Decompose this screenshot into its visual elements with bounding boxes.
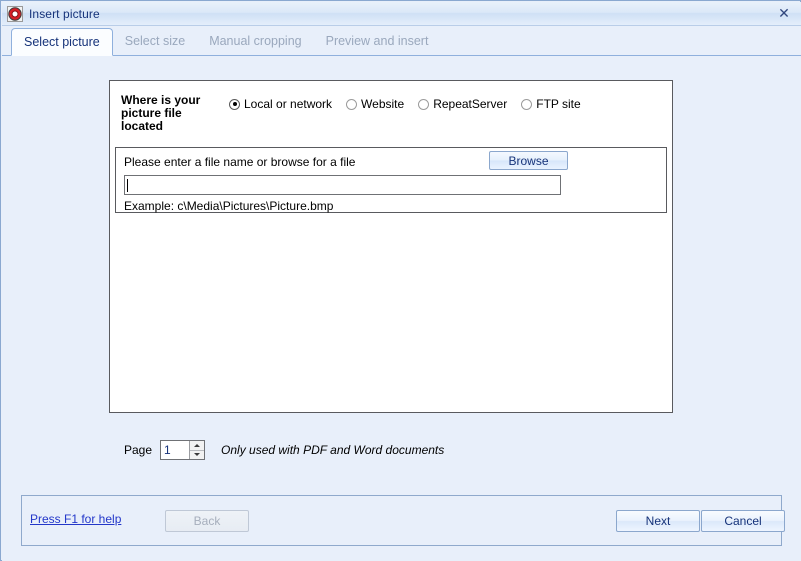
tab-select-size[interactable]: Select size: [113, 28, 197, 55]
back-button[interactable]: Back: [165, 510, 249, 532]
page-usage-note: Only used with PDF and Word documents: [221, 443, 444, 457]
page-number-stepper[interactable]: 1: [160, 440, 205, 460]
picture-location-question-line2: picture file located: [121, 106, 182, 133]
radio-ftp-site-label: FTP site: [536, 97, 580, 111]
help-link[interactable]: Press F1 for help: [30, 512, 121, 526]
page-selection-row: Page 1 Only used with PDF and Word docum…: [109, 437, 673, 463]
select-picture-panel: Where is your picture file located Local…: [109, 80, 673, 413]
picture-location-question-line1: Where is your: [121, 93, 200, 107]
tab-preview-and-insert[interactable]: Preview and insert: [314, 28, 441, 55]
target-icon: [7, 6, 23, 22]
radio-ftp-site[interactable]: FTP site: [521, 97, 580, 111]
chevron-up-icon: [194, 444, 200, 447]
dialog-button-bar: Press F1 for help Back Next Cancel: [21, 495, 782, 546]
browse-button[interactable]: Browse: [489, 151, 568, 170]
picture-location-question: Where is your picture file located: [121, 94, 225, 133]
cancel-button[interactable]: Cancel: [701, 510, 785, 532]
picture-preview-blank-area: [110, 213, 672, 412]
tab-manual-cropping[interactable]: Manual cropping: [197, 28, 313, 55]
file-name-example: Example: c\Media\Pictures\Picture.bmp: [124, 199, 333, 213]
picture-location-radio-group: Local or network Website RepeatServer FT…: [229, 97, 595, 111]
close-icon[interactable]: ✕: [771, 3, 797, 25]
page-stepper-up-button[interactable]: [190, 441, 204, 450]
radio-local-or-network[interactable]: Local or network: [229, 97, 332, 111]
page-stepper-down-button[interactable]: [190, 450, 204, 460]
radio-repeatserver-label: RepeatServer: [433, 97, 507, 111]
page-number-value: 1: [161, 441, 189, 459]
radio-repeatserver[interactable]: RepeatServer: [418, 97, 507, 111]
radio-circle-icon: [418, 99, 429, 110]
page-stepper-arrows: [189, 441, 204, 459]
radio-website[interactable]: Website: [346, 97, 404, 111]
tab-page-select-picture: Where is your picture file located Local…: [2, 56, 801, 561]
window-title: Insert picture: [29, 7, 771, 21]
radio-website-label: Website: [361, 97, 404, 111]
page-label: Page: [124, 443, 152, 457]
file-name-group: Please enter a file name or browse for a…: [115, 147, 667, 213]
tab-select-picture[interactable]: Select picture: [11, 28, 113, 56]
chevron-down-icon: [194, 453, 200, 456]
next-button[interactable]: Next: [616, 510, 700, 532]
title-bar: Insert picture ✕: [2, 2, 801, 26]
text-caret: [127, 179, 128, 192]
radio-circle-icon: [229, 99, 240, 110]
tab-strip: Select picture Select size Manual croppi…: [2, 26, 801, 56]
picture-location-group: Where is your picture file located Local…: [110, 81, 672, 147]
radio-local-or-network-label: Local or network: [244, 97, 332, 111]
radio-circle-icon: [346, 99, 357, 110]
file-name-input[interactable]: [124, 175, 561, 195]
radio-circle-icon: [521, 99, 532, 110]
insert-picture-dialog: Insert picture ✕ Select picture Select s…: [0, 0, 801, 561]
file-name-prompt: Please enter a file name or browse for a…: [124, 155, 355, 169]
